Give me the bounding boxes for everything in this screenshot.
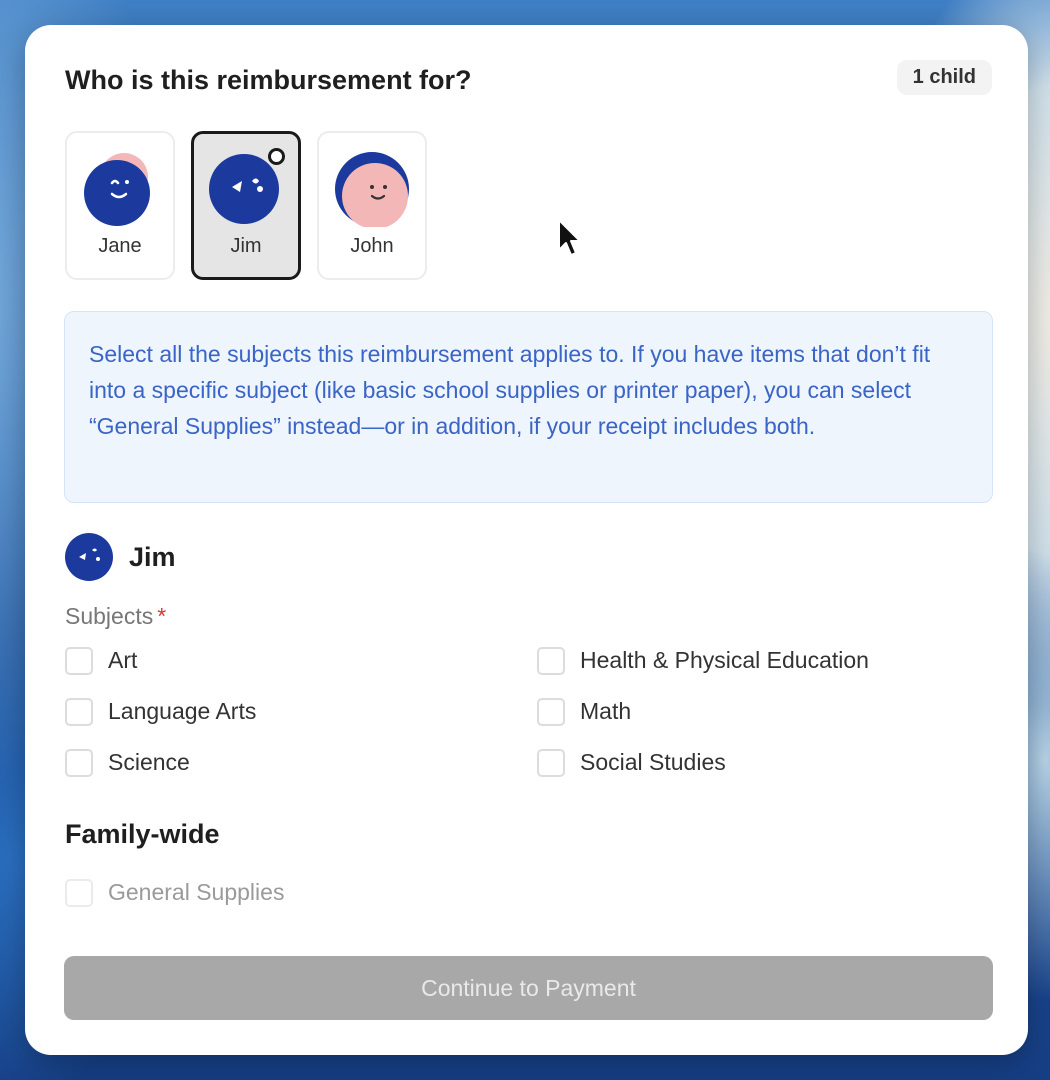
avatar xyxy=(334,151,410,229)
student-name: Jim xyxy=(129,541,176,572)
child-card-jim[interactable]: Jim xyxy=(191,131,301,280)
student-header: Jim xyxy=(65,533,176,581)
child-name: Jane xyxy=(98,235,142,257)
checkbox[interactable] xyxy=(537,646,565,675)
checkbox[interactable] xyxy=(537,748,565,777)
subject-option-math[interactable]: Math xyxy=(537,697,985,726)
child-name: John xyxy=(350,235,394,257)
child-selector: Jane Jim John xyxy=(65,131,427,280)
child-card-jane[interactable]: Jane xyxy=(65,131,175,280)
subject-option-health-pe[interactable]: Health & Physical Education xyxy=(537,646,985,675)
subjects-info-callout: Select all the subjects this reimburseme… xyxy=(64,311,993,503)
dialog-title: Who is this reimbursement for? xyxy=(65,65,472,95)
subject-label: Social Studies xyxy=(580,749,726,775)
subject-label: Health & Physical Education xyxy=(580,647,869,673)
checkbox[interactable] xyxy=(65,878,93,907)
subject-option-social-studies[interactable]: Social Studies xyxy=(537,748,985,777)
child-name: Jim xyxy=(230,235,262,257)
subject-option-language-arts[interactable]: Language Arts xyxy=(65,697,537,726)
child-count-badge: 1 child xyxy=(896,60,992,95)
subject-label: Math xyxy=(580,698,632,724)
subjects-field-label: Subjects * xyxy=(65,603,166,630)
subjects-label-text: Subjects xyxy=(65,603,154,629)
family-wide-heading: Family-wide xyxy=(65,819,220,849)
subject-label: Language Arts xyxy=(108,698,257,724)
mouse-pointer-icon xyxy=(558,219,581,256)
checkbox[interactable] xyxy=(537,697,565,726)
avatar xyxy=(208,151,284,227)
jim-avatar-icon xyxy=(209,154,279,224)
continue-to-payment-button[interactable]: Continue to Payment xyxy=(64,956,993,1020)
reimbursement-dialog: Who is this reimbursement for? 1 child J… xyxy=(25,25,1028,1055)
checkbox[interactable] xyxy=(65,748,93,777)
required-marker: * xyxy=(157,603,167,629)
jane-avatar-icon xyxy=(84,153,150,226)
jim-avatar-icon xyxy=(65,533,113,581)
checkbox[interactable] xyxy=(65,697,93,726)
subject-option-science[interactable]: Science xyxy=(65,748,537,777)
subject-label: Art xyxy=(108,647,138,673)
subjects-checkbox-group: Art Health & Physical Education Language… xyxy=(65,646,985,777)
subject-label: Science xyxy=(108,749,190,775)
checkbox[interactable] xyxy=(65,646,93,675)
general-supplies-option[interactable]: General Supplies xyxy=(65,878,284,907)
child-card-john[interactable]: John xyxy=(317,131,427,280)
john-avatar-icon xyxy=(335,152,409,229)
subject-option-art[interactable]: Art xyxy=(65,646,537,675)
avatar xyxy=(82,151,158,227)
general-supplies-label: General Supplies xyxy=(108,879,285,905)
